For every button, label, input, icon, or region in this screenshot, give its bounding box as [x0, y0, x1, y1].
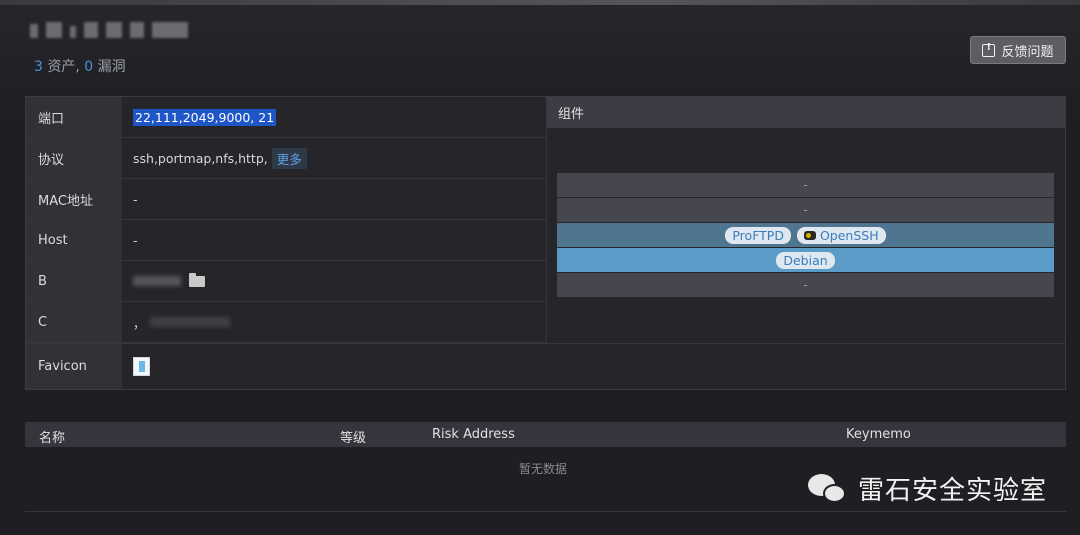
- top-strip: [0, 0, 1080, 5]
- col-level[interactable]: 等级: [340, 427, 366, 446]
- column-divider: [546, 97, 547, 343]
- component-empty: -: [803, 203, 808, 217]
- info-panel: 端口 22,111,2049,9000, 21 协议 ssh,portmap,n…: [25, 96, 1066, 390]
- row-c: C ，: [26, 302, 546, 343]
- mac-value: -: [133, 191, 138, 207]
- row-protocol: 协议 ssh,portmap,nfs,http, 更多: [26, 138, 546, 179]
- wechat-icon: [808, 472, 848, 506]
- more-link[interactable]: 更多: [271, 147, 307, 169]
- components-header: 组件: [547, 97, 1065, 128]
- empty-state: 暂无数据: [519, 462, 568, 476]
- col-name[interactable]: 名称: [39, 427, 65, 446]
- row-label: C: [26, 302, 122, 342]
- assets-count[interactable]: 3: [34, 59, 43, 75]
- component-layer: -: [557, 198, 1054, 222]
- c-value: ，: [133, 315, 146, 331]
- row-ports: 端口 22,111,2049,9000, 21: [26, 97, 546, 138]
- feedback-label: 反馈问题: [1001, 44, 1054, 60]
- component-pill-openssh[interactable]: OpenSSH: [796, 226, 886, 244]
- vulns-label: 漏洞: [93, 59, 126, 75]
- row-label: B: [26, 261, 122, 301]
- assets-label: 资产,: [42, 59, 85, 75]
- watermark-text: 雷石安全实验室: [858, 476, 1048, 506]
- risk-table-header: 名称 等级 Risk Address Keymemo: [25, 422, 1066, 447]
- row-mac: MAC地址 -: [26, 179, 546, 220]
- folder-icon[interactable]: [189, 272, 205, 287]
- component-empty: -: [803, 278, 808, 292]
- component-empty: -: [803, 178, 808, 192]
- component-layer: ProFTPD OpenSSH: [557, 223, 1054, 247]
- row-favicon: Favicon: [26, 343, 1065, 389]
- col-keymemo[interactable]: Keymemo: [846, 427, 911, 442]
- row-host: Host -: [26, 220, 546, 261]
- watermark: 雷石安全实验室: [808, 470, 1047, 507]
- asset-detail-page: 3 资产, 0 漏洞 反馈问题 端口 22,111,2049,9000, 21 …: [0, 0, 1080, 535]
- component-layer: -: [557, 173, 1054, 197]
- row-label: Host: [26, 220, 122, 260]
- row-label: MAC地址: [26, 179, 122, 219]
- openssh-icon: [803, 230, 816, 240]
- redacted-text: [149, 317, 230, 327]
- row-b: B: [26, 261, 546, 302]
- ip-address-redacted: [30, 22, 188, 38]
- vulns-count[interactable]: 0: [84, 59, 93, 75]
- feedback-icon: [982, 42, 996, 57]
- favicon-image[interactable]: [133, 357, 150, 376]
- redacted-text: [133, 276, 181, 286]
- host-value: -: [133, 232, 138, 248]
- component-layer: Debian: [557, 248, 1054, 272]
- components-list: - - ProFTPD OpenSSH Debian -: [557, 173, 1054, 298]
- col-risk-address[interactable]: Risk Address: [432, 427, 515, 442]
- asset-summary: 3 资产, 0 漏洞: [34, 56, 126, 76]
- ports-value[interactable]: 22,111,2049,9000, 21: [133, 108, 277, 126]
- row-label: 端口: [26, 97, 122, 137]
- component-layer: -: [557, 273, 1054, 297]
- component-pill-debian[interactable]: Debian: [776, 251, 835, 269]
- component-pill-proftpd[interactable]: ProFTPD: [725, 226, 791, 244]
- feedback-button[interactable]: 反馈问题: [970, 36, 1066, 64]
- protocol-value: ssh,portmap,nfs,http,: [133, 150, 268, 166]
- row-label: Favicon: [26, 344, 122, 389]
- row-label: 协议: [26, 138, 122, 178]
